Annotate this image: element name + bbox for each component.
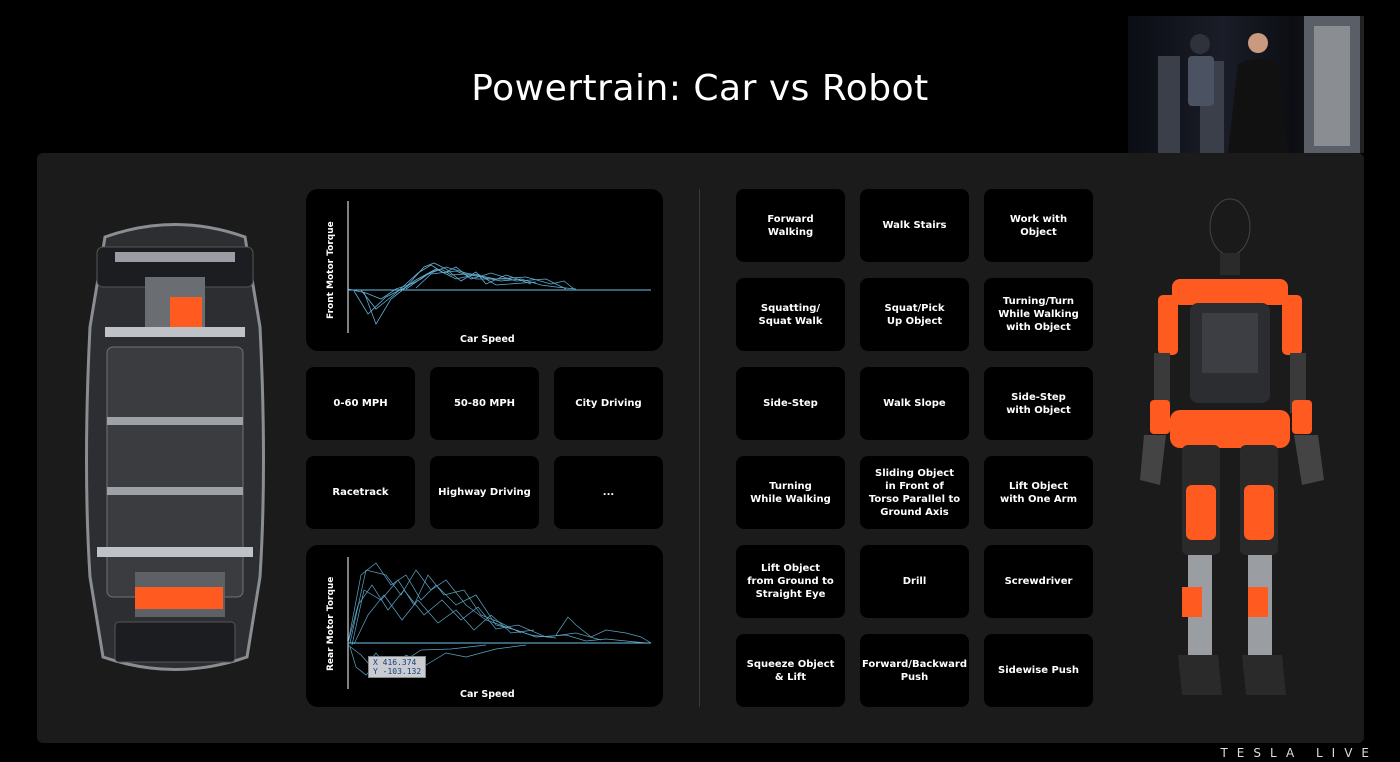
front-torque-traces — [347, 262, 577, 325]
rear-chart-ylabel: Rear Motor Torque — [326, 576, 336, 671]
tooltip-x-value: X 416.374 — [373, 658, 417, 667]
rear-chart-plot — [347, 557, 652, 689]
robot-task-squat-pick-up: Squat/Pick Up Object — [860, 278, 969, 351]
tesla-live-logo: TESLA LIVE — [1220, 746, 1378, 760]
presenter-video-frame — [1158, 16, 1360, 153]
front-chart-ylabel: Front Motor Torque — [326, 221, 336, 319]
section-divider — [699, 189, 700, 707]
robot-task-lift-one-arm: Lift Object with One Arm — [984, 456, 1093, 529]
car-scenario-0-60-mph: 0-60 MPH — [306, 367, 415, 440]
robot-task-squeeze-object: Squeeze Object & Lift — [736, 634, 845, 707]
robot-task-turning-while-walking: Turning While Walking — [736, 456, 845, 529]
robot-task-screwdriver: Screwdriver — [984, 545, 1093, 618]
rear-motor-torque-chart: Rear Motor Torque Car Speed X 416.374 Y … — [306, 545, 663, 707]
robot-task-drill: Drill — [860, 545, 969, 618]
rear-chart-xlabel: Car Speed — [460, 689, 515, 700]
car-scenario-city-driving: City Driving — [554, 367, 663, 440]
car-scenario-racetrack: Racetrack — [306, 456, 415, 529]
presenter-video-inset — [1128, 16, 1364, 153]
robot-task-side-step-with-object: Side-Step with Object — [984, 367, 1093, 440]
robot-illustration — [1140, 198, 1324, 695]
car-chassis-illustration — [85, 223, 265, 671]
robot-task-walk-slope: Walk Slope — [860, 367, 969, 440]
tooltip-y-value: Y -103.132 — [373, 667, 422, 676]
robot-task-squatting: Squatting/Squat Walk — [736, 278, 845, 351]
front-chart-xlabel: Car Speed — [460, 334, 515, 345]
car-scenario-50-80-mph: 50-80 MPH — [430, 367, 539, 440]
robot-task-sidewise-push: Sidewise Push — [984, 634, 1093, 707]
robot-task-turning-with-object: Turning/Turn While Walking with Object — [984, 278, 1093, 351]
robot-task-sliding-object: Sliding Object in Front of Torso Parallel … — [860, 456, 969, 529]
front-motor-torque-chart: Front Motor Torque Car Speed — [306, 189, 663, 351]
car-scenario-highway-driving: Highway Driving — [430, 456, 539, 529]
robot-task-forward-backward-push: Forward/Backward Push — [860, 634, 969, 707]
robot-task-lift-object-from-ground: Lift Object from Ground to Straight Eye — [736, 545, 845, 618]
rear-chart-tooltip: X 416.374 Y -103.132 — [368, 656, 427, 678]
robot-task-walk-stairs: Walk Stairs — [860, 189, 969, 262]
front-chart-plot — [347, 201, 651, 333]
robot-task-forward-walking: Forward Walking — [736, 189, 845, 262]
car-scenario-more: ... — [554, 456, 663, 529]
robot-task-work-with-object: Work with Object — [984, 189, 1093, 262]
robot-task-side-step: Side-Step — [736, 367, 845, 440]
